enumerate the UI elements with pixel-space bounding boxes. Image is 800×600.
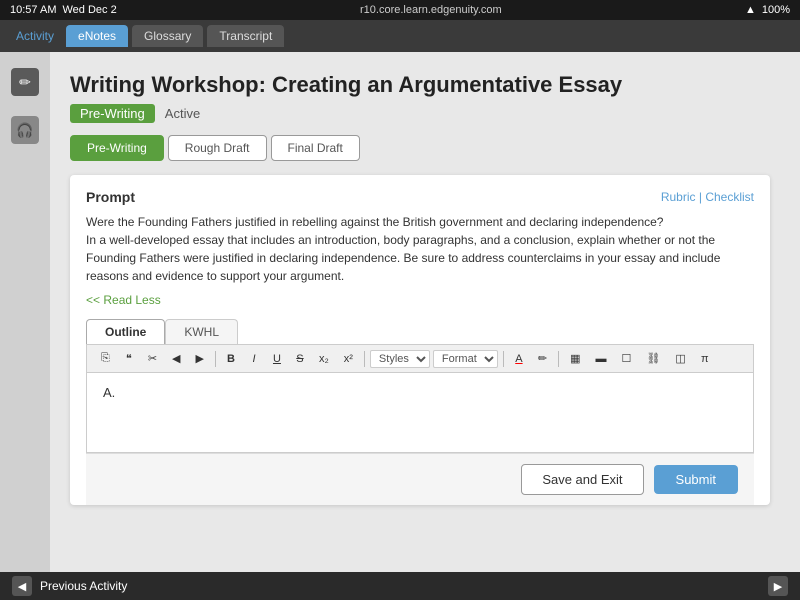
stage-tab-roughdraft[interactable]: Rough Draft [168, 135, 267, 161]
stage-tabs: Pre-Writing Rough Draft Final Draft [70, 135, 770, 161]
toolbar-pi-btn[interactable]: π [695, 350, 715, 368]
breadcrumb-status: Active [165, 106, 200, 121]
status-bar: 10:57 AM Wed Dec 2 r10.core.learn.edgenu… [0, 0, 800, 20]
prompt-title: Prompt [86, 189, 135, 205]
top-nav: Activity eNotes Glossary Transcript [0, 20, 800, 52]
toolbar-subscript-btn[interactable]: x₂ [313, 350, 335, 368]
tab-enotes[interactable]: eNotes [66, 25, 128, 47]
wifi-icon: ▲ [745, 4, 756, 16]
editor-toolbar: ⎘ ❝ ✂ ◀ ▶ B I U S x₂ x² Styles Format [86, 345, 754, 373]
toolbar-copy-btn[interactable]: ⎘ [95, 349, 116, 368]
checklist-link[interactable]: Checklist [705, 190, 754, 204]
toolbar-cut-btn[interactable]: ✂ [142, 349, 163, 368]
toolbar-highlight-btn[interactable]: ✏ [532, 349, 553, 368]
editor-tab-kwhl[interactable]: KWHL [165, 319, 238, 344]
time: 10:57 AM [10, 4, 56, 16]
date: Wed Dec 2 [62, 4, 116, 16]
sidebar: ✏ 🎧 [0, 52, 50, 572]
bottom-bar: ◀ Previous Activity ▶ [0, 572, 800, 600]
read-less[interactable]: << Read Less [86, 293, 754, 307]
editor-area[interactable]: A. [86, 373, 754, 453]
breadcrumb-row: Pre-Writing Active [70, 104, 770, 123]
toolbar-sep-3 [503, 351, 504, 367]
main-content: ✏ 🎧 Writing Workshop: Creating an Argume… [0, 52, 800, 572]
toolbar-bold-btn[interactable]: B [221, 350, 241, 368]
prev-activity-btn[interactable]: ◀ Previous Activity [12, 576, 127, 596]
toolbar-sep-4 [558, 351, 559, 367]
save-and-exit-button[interactable]: Save and Exit [521, 464, 643, 495]
toolbar-italic-btn[interactable]: I [244, 350, 264, 368]
sidebar-pencil-icon[interactable]: ✏ [11, 68, 39, 96]
toolbar-table-btn[interactable]: ▦ [564, 349, 586, 368]
submit-button[interactable]: Submit [654, 465, 738, 494]
sidebar-headphone-icon[interactable]: 🎧 [11, 116, 39, 144]
editor-tab-outline[interactable]: Outline [86, 319, 165, 344]
toolbar-strike-btn[interactable]: S [290, 350, 310, 368]
workshop-card: Prompt Rubric | Checklist Were the Found… [70, 175, 770, 505]
toolbar-sep-2 [364, 351, 365, 367]
prev-arrow-icon[interactable]: ◀ [12, 576, 32, 596]
nav-activity[interactable]: Activity [8, 25, 62, 47]
stage-tab-finaldraft[interactable]: Final Draft [271, 135, 360, 161]
breadcrumb-stage: Pre-Writing [70, 104, 155, 123]
toolbar-embed-btn[interactable]: ◫ [669, 349, 691, 368]
prompt-links: Rubric | Checklist [661, 190, 754, 204]
editor-content: A. [103, 385, 115, 400]
page-title: Writing Workshop: Creating an Argumentat… [70, 72, 770, 98]
page-body: Writing Workshop: Creating an Argumentat… [50, 52, 800, 572]
rubric-link[interactable]: Rubric [661, 190, 696, 204]
prompt-header: Prompt Rubric | Checklist [86, 189, 754, 205]
battery: 100% [762, 4, 790, 16]
toolbar-superscript-btn[interactable]: x² [338, 350, 359, 368]
next-arrow-icon[interactable]: ▶ [768, 576, 788, 596]
toolbar-link-btn[interactable]: ⛓ [640, 349, 666, 368]
stage-tab-prewriting[interactable]: Pre-Writing [70, 135, 164, 161]
toolbar-bar-btn[interactable]: ▬ [590, 350, 613, 368]
prev-activity-label: Previous Activity [40, 579, 127, 593]
action-bar: Save and Exit Submit [86, 453, 754, 505]
url: r10.core.learn.edgenuity.com [360, 4, 502, 16]
toolbar-format-select[interactable]: Format [433, 350, 498, 368]
editor-tabs: Outline KWHL [86, 319, 754, 345]
toolbar-underline-btn[interactable]: U [267, 350, 287, 368]
prompt-text: Were the Founding Fathers justified in r… [86, 213, 754, 285]
tab-transcript[interactable]: Transcript [207, 25, 284, 47]
toolbar-box-btn[interactable]: ☐ [616, 349, 638, 368]
toolbar-indent-btn[interactable]: ▶ [190, 349, 210, 368]
toolbar-quote-btn[interactable]: ❝ [119, 349, 139, 368]
toolbar-styles-select[interactable]: Styles [370, 350, 430, 368]
toolbar-outdent-btn[interactable]: ◀ [166, 349, 186, 368]
toolbar-sep-1 [215, 351, 216, 367]
toolbar-font-color-btn[interactable]: A [509, 350, 529, 368]
tab-glossary[interactable]: Glossary [132, 25, 203, 47]
